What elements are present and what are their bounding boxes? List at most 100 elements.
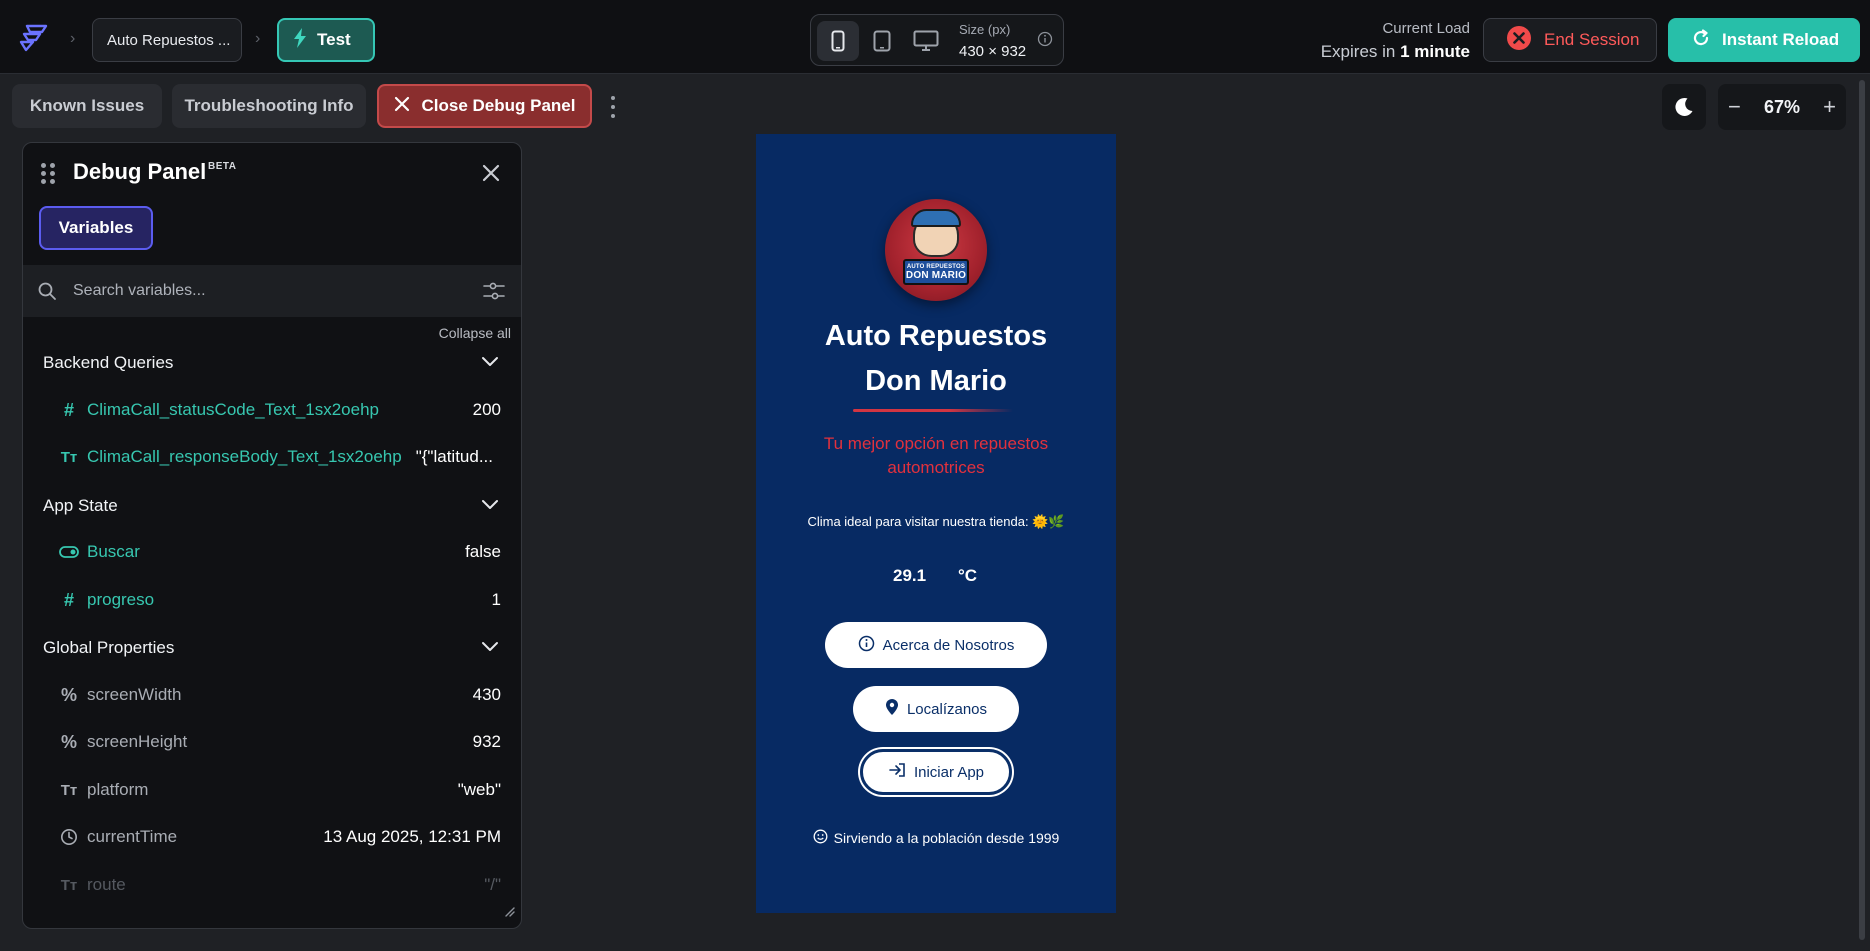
variable-row[interactable]: % screenWidth 430 bbox=[23, 675, 521, 715]
variable-row[interactable]: Tт ClimaCall_responseBody_Text_1sx2oehp … bbox=[23, 437, 521, 477]
info-icon[interactable] bbox=[1037, 31, 1053, 52]
more-options-icon[interactable] bbox=[608, 96, 618, 118]
moon-icon bbox=[1675, 97, 1693, 116]
test-chip-label: Test bbox=[317, 30, 351, 49]
login-icon bbox=[888, 762, 906, 782]
end-session-label: End Session bbox=[1544, 30, 1640, 49]
about-us-button[interactable]: Acerca de Nosotros bbox=[825, 622, 1047, 668]
instant-reload-label: Instant Reload bbox=[1722, 30, 1840, 49]
troubleshooting-info-button[interactable]: Troubleshooting Info bbox=[172, 84, 366, 128]
search-input[interactable] bbox=[73, 277, 453, 305]
variable-value: 1 bbox=[491, 590, 501, 609]
chevron-down-icon bbox=[481, 355, 499, 373]
text-icon: Tт bbox=[60, 781, 78, 799]
phone-icon bbox=[831, 30, 845, 52]
variable-row[interactable]: # progreso 1 bbox=[23, 580, 521, 620]
locate-us-label: Localízanos bbox=[906, 700, 988, 718]
clock-icon bbox=[59, 828, 79, 846]
lightning-icon bbox=[293, 27, 307, 53]
collapse-all-link[interactable]: Collapse all bbox=[439, 325, 511, 341]
variable-name: ClimaCall_statusCode_Text_1sx2oehp bbox=[87, 400, 379, 419]
section-label: Backend Queries bbox=[43, 353, 174, 372]
close-circle-icon bbox=[1506, 25, 1532, 56]
end-session-button[interactable]: End Session bbox=[1483, 18, 1657, 62]
chevron-down-icon bbox=[481, 498, 499, 516]
start-app-button[interactable]: Iniciar App bbox=[860, 749, 1012, 795]
section-app-state[interactable]: App State bbox=[23, 486, 521, 526]
chevron-down-icon bbox=[481, 640, 499, 658]
footer-line: Sirviendo a la población desde 1999 bbox=[756, 829, 1116, 847]
variable-name: currentTime bbox=[87, 827, 178, 846]
resize-handle-icon[interactable] bbox=[503, 904, 515, 922]
variable-value: 200 bbox=[472, 400, 501, 419]
desktop-device-button[interactable] bbox=[905, 21, 947, 61]
section-backend-queries[interactable]: Backend Queries bbox=[23, 343, 521, 383]
variable-row[interactable]: Tт platform "web" bbox=[23, 770, 521, 810]
percent-icon: % bbox=[60, 684, 77, 705]
section-global-properties[interactable]: Global Properties bbox=[23, 628, 521, 668]
tab-variables[interactable]: Variables bbox=[39, 206, 153, 250]
footer-text: Sirviendo a la población desde 1999 bbox=[833, 830, 1060, 846]
temperature-unit: °C bbox=[958, 566, 978, 585]
close-debug-panel-button[interactable]: Close Debug Panel bbox=[377, 84, 592, 128]
debug-panel-title: Debug Panel bbox=[73, 159, 207, 184]
refresh-icon bbox=[1692, 28, 1710, 52]
section-label: App State bbox=[43, 496, 118, 515]
about-us-label: Acerca de Nosotros bbox=[882, 636, 1015, 654]
temperature-value: 29.1 bbox=[893, 566, 927, 585]
mobile-device-button[interactable] bbox=[817, 21, 859, 61]
number-icon: # bbox=[63, 589, 74, 610]
debug-panel: Debug Panel BETA Variables Collapse all … bbox=[22, 142, 522, 929]
tablet-device-button[interactable] bbox=[861, 21, 903, 61]
variable-search bbox=[23, 265, 521, 317]
filter-icon[interactable] bbox=[483, 281, 505, 306]
weather-message: Clima ideal para visitar nuestra tienda:… bbox=[807, 514, 1065, 529]
zoom-out-button[interactable]: − bbox=[1728, 94, 1741, 120]
desktop-icon bbox=[913, 30, 939, 51]
size-label: Size (px) bbox=[959, 22, 1011, 37]
device-selector: Size (px) 430 × 932 bbox=[810, 14, 1064, 66]
page-scrollbar[interactable] bbox=[1856, 76, 1868, 951]
drag-handle-icon[interactable] bbox=[41, 163, 55, 184]
beta-badge: BETA bbox=[208, 161, 237, 172]
instant-reload-button[interactable]: Instant Reload bbox=[1668, 18, 1860, 62]
variable-row[interactable]: # ClimaCall_statusCode_Text_1sx2oehp 200 bbox=[23, 390, 521, 430]
variable-value: 13 Aug 2025, 12:31 PM bbox=[323, 827, 501, 846]
test-mode-chip[interactable]: Test bbox=[277, 18, 375, 62]
variable-name: platform bbox=[87, 780, 149, 799]
close-panel-icon[interactable] bbox=[479, 161, 503, 185]
scrollbar-thumb[interactable] bbox=[1859, 80, 1865, 940]
variable-name: Buscar bbox=[87, 542, 140, 561]
number-icon: # bbox=[63, 399, 74, 420]
variable-row[interactable]: currentTime 13 Aug 2025, 12:31 PM bbox=[23, 817, 521, 857]
variable-row[interactable]: Tт route "/" bbox=[23, 865, 521, 905]
brand-logo: AUTO REPUESTOS DON MARIO bbox=[885, 199, 987, 301]
start-app-label: Iniciar App bbox=[913, 763, 985, 781]
zoom-in-button[interactable]: + bbox=[1823, 94, 1836, 120]
title-underline bbox=[853, 409, 1013, 412]
variable-name: screenHeight bbox=[87, 732, 188, 751]
flutterflow-logo-icon[interactable] bbox=[18, 22, 50, 54]
variable-value: "web" bbox=[457, 780, 501, 799]
tablet-icon bbox=[873, 30, 891, 52]
chevron-right-icon: › bbox=[70, 30, 76, 47]
current-load-label: Current Load bbox=[1382, 20, 1470, 37]
expires-value: 1 minute bbox=[1400, 42, 1470, 61]
toggle-icon bbox=[59, 543, 79, 561]
text-icon: Tт bbox=[60, 876, 78, 894]
close-debug-label: Close Debug Panel bbox=[421, 96, 576, 115]
zoom-control: − 67% + bbox=[1718, 84, 1846, 130]
theme-toggle-button[interactable] bbox=[1662, 84, 1706, 130]
close-icon bbox=[394, 96, 410, 117]
expires-prefix: Expires in bbox=[1320, 42, 1396, 61]
locate-us-button[interactable]: Localízanos bbox=[853, 686, 1019, 732]
section-label: Global Properties bbox=[43, 638, 175, 657]
variable-value: 430 bbox=[472, 685, 501, 704]
variable-row[interactable]: Buscar false bbox=[23, 532, 521, 572]
variable-name: ClimaCall_responseBody_Text_1sx2oehp bbox=[87, 447, 402, 466]
project-chip[interactable]: Auto Repuestos ... bbox=[92, 18, 242, 62]
known-issues-button[interactable]: Known Issues bbox=[12, 84, 162, 128]
variable-row[interactable]: % screenHeight 932 bbox=[23, 722, 521, 762]
zoom-level: 67% bbox=[1763, 96, 1801, 117]
variable-value: "{"latitud... bbox=[415, 447, 493, 466]
